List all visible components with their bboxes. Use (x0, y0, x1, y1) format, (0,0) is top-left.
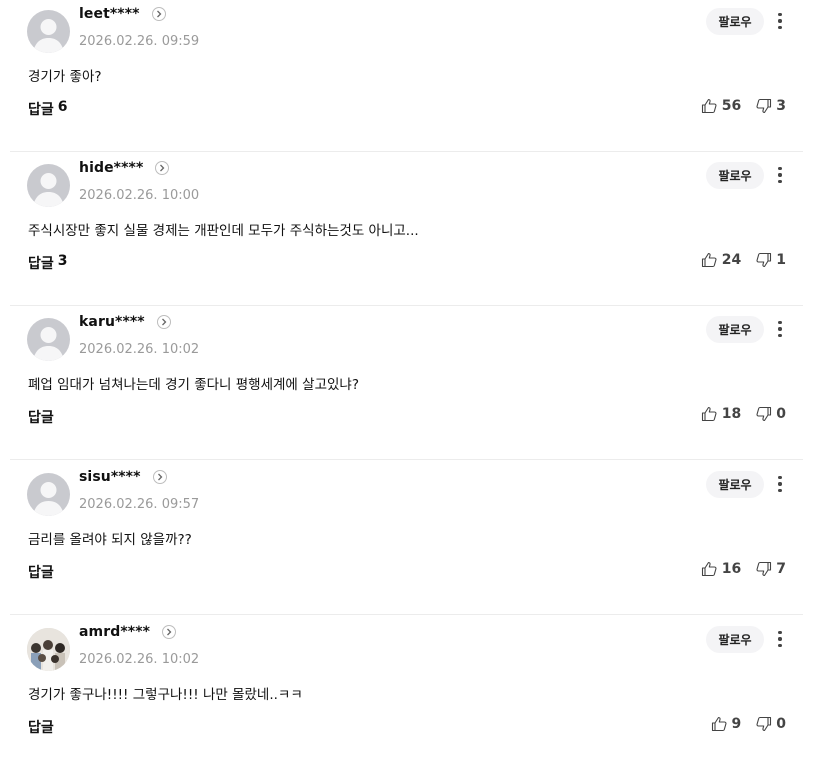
follow-button[interactable]: 팔로우 (706, 626, 764, 653)
like-count: 56 (721, 98, 742, 114)
user-nickname[interactable]: sisu**** (79, 469, 141, 485)
dislike-button[interactable]: 3 (755, 98, 786, 114)
thumbs-down-icon (756, 716, 772, 732)
comment-item: leet**** 2026.02.26. 09:59 팔로우 경기가 좋아? 답… (0, 0, 835, 152)
more-options-icon[interactable] (772, 163, 788, 187)
like-count: 18 (721, 406, 742, 422)
reply-label: 답글 (28, 256, 54, 272)
reply-count: 6 (57, 99, 68, 115)
comment-date: 2026.02.26. 10:02 (79, 342, 200, 357)
dislike-count: 1 (776, 252, 786, 268)
follow-button[interactable]: 팔로우 (706, 8, 764, 35)
like-button[interactable]: 9 (711, 716, 742, 732)
thumbs-up-icon (711, 716, 727, 732)
follow-button[interactable]: 팔로우 (706, 471, 764, 498)
thumbs-up-icon (701, 252, 717, 268)
like-count: 9 (731, 716, 742, 732)
reply-count: 3 (57, 253, 68, 269)
follow-button[interactable]: 팔로우 (706, 316, 764, 343)
dislike-count: 3 (776, 98, 786, 114)
comment-date: 2026.02.26. 10:02 (79, 652, 200, 667)
comment-item: hide**** 2026.02.26. 10:00 팔로우 주식시장만 좋지 … (0, 152, 835, 306)
dislike-button[interactable]: 1 (755, 252, 786, 268)
comment-date: 2026.02.26. 09:59 (79, 34, 200, 49)
user-nickname[interactable]: hide**** (79, 160, 143, 176)
thumbs-up-icon (701, 406, 717, 422)
like-button[interactable]: 16 (701, 561, 741, 577)
user-nickname[interactable]: leet**** (79, 6, 140, 22)
thumbs-up-icon (701, 98, 717, 114)
chevron-right-icon[interactable] (152, 470, 167, 484)
like-button[interactable]: 18 (701, 406, 741, 422)
user-avatar[interactable] (27, 10, 70, 53)
follow-button[interactable]: 팔로우 (706, 162, 764, 189)
more-options-icon[interactable] (772, 627, 788, 651)
reply-button[interactable]: 답글 3 (28, 253, 68, 273)
reply-label: 답글 (28, 565, 54, 581)
like-button[interactable]: 56 (701, 98, 741, 114)
dislike-count: 0 (776, 716, 786, 732)
reply-button[interactable]: 답글 (28, 717, 58, 737)
reply-button[interactable]: 답글 (28, 562, 58, 582)
dislike-count: 7 (776, 561, 786, 577)
thumbs-down-icon (756, 406, 772, 422)
user-avatar-photo[interactable] (27, 628, 70, 671)
comment-item: amrd**** 2026.02.26. 10:02 팔로우 경기가 좋구나!!… (0, 616, 835, 770)
user-nickname[interactable]: karu**** (79, 314, 145, 330)
like-count: 16 (721, 561, 742, 577)
user-avatar[interactable] (27, 473, 70, 516)
reply-button[interactable]: 답글 6 (28, 99, 68, 119)
comment-item: karu**** 2026.02.26. 10:02 팔로우 폐업 임대가 넘쳐… (0, 306, 835, 460)
more-options-icon[interactable] (772, 472, 788, 496)
more-options-icon[interactable] (772, 317, 788, 341)
comment-date: 2026.02.26. 09:57 (79, 497, 200, 512)
comment-text: 경기가 좋구나!!!! 그렇구나!!! 나만 몰랐네..ㅋㅋ (28, 687, 303, 703)
reply-label: 답글 (28, 102, 54, 118)
user-avatar[interactable] (27, 318, 70, 361)
chevron-right-icon[interactable] (162, 625, 177, 639)
like-button[interactable]: 24 (701, 252, 741, 268)
dislike-button[interactable]: 7 (755, 561, 786, 577)
comment-item: sisu**** 2026.02.26. 09:57 팔로우 금리를 올려야 되… (0, 461, 835, 615)
comment-text: 금리를 올려야 되지 않을까?? (28, 532, 192, 548)
thumbs-down-icon (756, 561, 772, 577)
comment-text: 폐업 임대가 넘쳐나는데 경기 좋다니 평행세계에 살고있냐? (28, 377, 359, 393)
thumbs-down-icon (756, 252, 772, 268)
reply-label: 답글 (28, 410, 54, 426)
user-avatar[interactable] (27, 164, 70, 207)
comment-list: leet**** 2026.02.26. 09:59 팔로우 경기가 좋아? 답… (0, 0, 835, 749)
comment-date: 2026.02.26. 10:00 (79, 188, 200, 203)
reply-button[interactable]: 답글 (28, 407, 58, 427)
comment-text: 주식시장만 좋지 실물 경제는 개판인데 모두가 주식하는것도 아니고... (28, 223, 419, 239)
dislike-count: 0 (776, 406, 786, 422)
like-count: 24 (721, 252, 742, 268)
chevron-right-icon[interactable] (151, 7, 166, 21)
dislike-button[interactable]: 0 (755, 406, 786, 422)
thumbs-up-icon (701, 561, 717, 577)
chevron-right-icon[interactable] (156, 315, 171, 329)
thumbs-down-icon (756, 98, 772, 114)
more-options-icon[interactable] (772, 9, 788, 33)
reply-label: 답글 (28, 720, 54, 736)
divider (10, 614, 803, 615)
divider (10, 459, 803, 460)
user-nickname[interactable]: amrd**** (79, 624, 150, 640)
dislike-button[interactable]: 0 (755, 716, 786, 732)
comment-text: 경기가 좋아? (28, 69, 102, 85)
chevron-right-icon[interactable] (155, 161, 170, 175)
